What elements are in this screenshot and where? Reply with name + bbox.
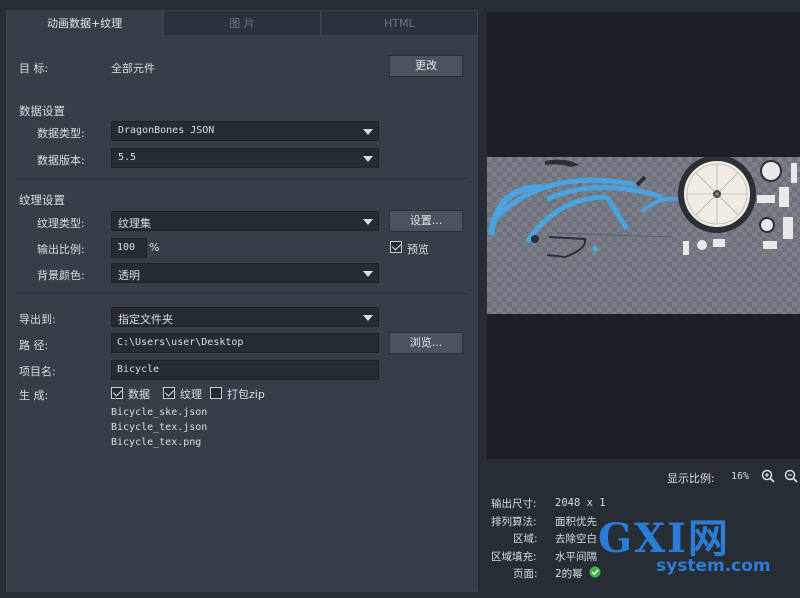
path-input[interactable]: C:\Users\user\Desktop <box>111 333 379 353</box>
tab-bar: 动画数据+纹理 图 片 HTML <box>6 10 478 36</box>
generate-label: 生 成: <box>19 389 49 402</box>
area-label: 区域: <box>513 533 538 545</box>
page-value: 2的幂 <box>555 568 583 580</box>
chevron-down-icon <box>358 212 378 230</box>
tab-html[interactable]: HTML <box>320 10 478 36</box>
watermark-site: system.com <box>656 556 771 576</box>
zoom-in-icon[interactable] <box>761 469 775 483</box>
data-version-select[interactable]: 5.5 <box>111 148 379 168</box>
zoom-value: 16% <box>731 471 750 482</box>
fill-label: 区域填充: <box>491 551 537 563</box>
divider <box>17 178 469 179</box>
project-name-input[interactable]: Bicycle <box>111 360 379 380</box>
scale-label: 输出比例: <box>37 243 85 256</box>
export-to-label: 导出到: <box>19 313 56 326</box>
scale-input[interactable]: 100 <box>111 238 147 258</box>
zoom-label: 显示比例: <box>667 472 715 485</box>
gen-data-checkbox[interactable] <box>111 387 123 399</box>
export-settings-panel: 目 标: 全部元件 更改 数据设置 数据类型: DragonBones JSON… <box>6 36 478 592</box>
texture-settings-button[interactable]: 设置... <box>389 210 463 232</box>
data-version-label: 数据版本: <box>37 154 85 167</box>
bg-color-select[interactable]: 透明 <box>111 263 379 283</box>
texture-preview <box>487 12 800 459</box>
preview-checkbox[interactable] <box>390 241 402 253</box>
zoom-out-icon[interactable] <box>784 469 798 483</box>
data-type-value: DragonBones JSON <box>118 125 215 136</box>
browse-button[interactable]: 浏览... <box>389 332 463 354</box>
output-file: Bicycle_tex.png <box>111 437 202 448</box>
texture-type-value: 纹理集 <box>118 217 151 230</box>
project-name-label: 项目名: <box>19 365 56 378</box>
data-version-value: 5.5 <box>118 152 137 163</box>
gen-texture-checkbox[interactable] <box>163 387 175 399</box>
scale-unit: % <box>149 241 160 254</box>
chevron-down-icon <box>358 149 378 167</box>
algo-value: 面积优先 <box>555 516 597 528</box>
export-to-select[interactable]: 指定文件夹 <box>111 307 379 327</box>
gen-texture-label: 纹理 <box>180 388 202 401</box>
gen-data-label: 数据 <box>128 388 150 401</box>
tab-animation-texture[interactable]: 动画数据+纹理 <box>6 10 164 36</box>
texture-type-select[interactable]: 纹理集 <box>111 211 379 231</box>
page-label: 页面: <box>513 568 538 580</box>
check-circle-icon <box>589 566 601 578</box>
fill-value: 水平间隔 <box>555 551 597 563</box>
gen-zip-checkbox[interactable] <box>210 387 222 399</box>
texture-settings-title: 纹理设置 <box>19 193 65 207</box>
data-settings-title: 数据设置 <box>19 104 65 118</box>
bicycle-texture-image <box>488 155 797 259</box>
chevron-down-icon <box>358 308 378 326</box>
output-file: Bicycle_tex.json <box>111 422 208 433</box>
chevron-down-icon <box>358 264 378 282</box>
change-target-button[interactable]: 更改 <box>389 55 463 77</box>
gen-zip-label: 打包zip <box>227 388 265 401</box>
algo-label: 排列算法: <box>491 516 537 528</box>
texture-type-label: 纹理类型: <box>37 217 85 230</box>
output-size-label: 输出尺寸: <box>491 498 537 510</box>
bg-color-label: 背景颜色: <box>37 269 85 282</box>
target-label: 目 标: <box>19 62 49 75</box>
divider <box>17 293 469 294</box>
area-value: 去除空白 <box>555 533 597 545</box>
output-file: Bicycle_ske.json <box>111 407 208 418</box>
bg-color-value: 透明 <box>118 269 140 282</box>
tab-image[interactable]: 图 片 <box>163 10 321 36</box>
preview-label: 预览 <box>407 243 429 256</box>
path-label: 路 径: <box>19 339 49 352</box>
chevron-down-icon <box>358 122 378 140</box>
texture-atlas-canvas <box>487 155 800 314</box>
data-type-select[interactable]: DragonBones JSON <box>111 121 379 141</box>
target-value: 全部元件 <box>111 62 155 75</box>
export-to-value: 指定文件夹 <box>118 313 173 326</box>
data-type-label: 数据类型: <box>37 127 85 140</box>
